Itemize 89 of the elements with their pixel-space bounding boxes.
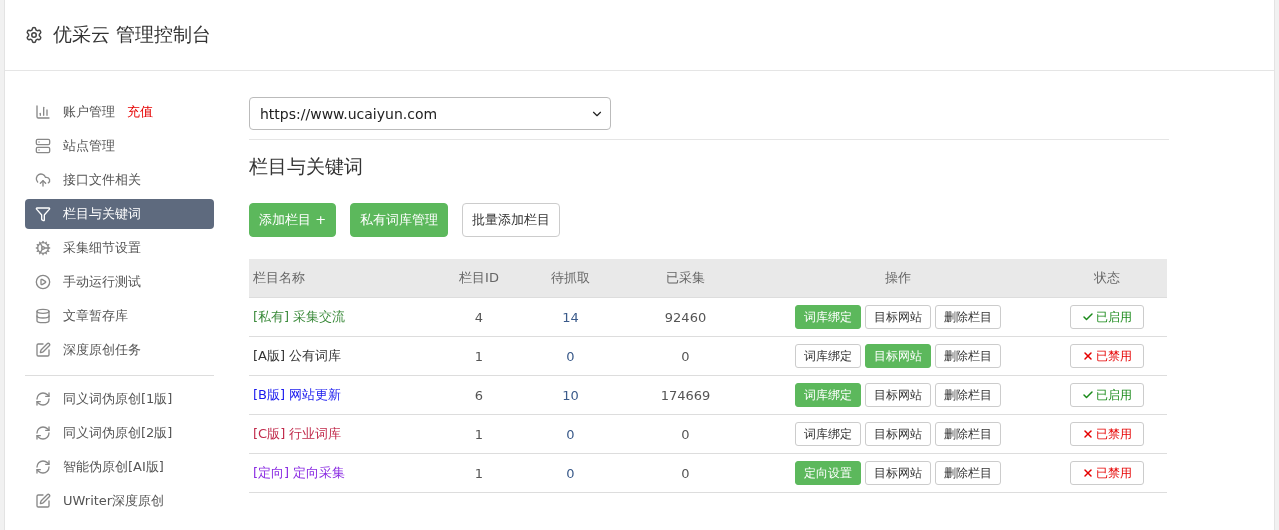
sidebar-item[interactable]: 文章暂存库 — [25, 301, 214, 331]
column-header: 操作 — [749, 259, 1047, 298]
column-name-cell: [私有] 采集交流 — [249, 298, 439, 337]
sidebar-label: 同义词伪原创[2版] — [63, 424, 173, 442]
table-cell: 10 — [519, 376, 622, 415]
check-icon — [1082, 389, 1094, 401]
sidebar-item[interactable]: 账户管理 充值 — [25, 97, 214, 127]
sidebar-item[interactable]: 手动运行测试 — [25, 267, 214, 297]
refresh-icon — [35, 425, 51, 441]
table-cell: 92460 — [622, 298, 749, 337]
action-button[interactable]: 目标网站 — [865, 461, 931, 485]
table-cell: 0 — [622, 415, 749, 454]
sidebar-item[interactable]: 同义词伪原创[1版] — [25, 384, 214, 414]
sidebar-item[interactable]: 同义词伪原创[2版] — [25, 418, 214, 448]
table-cell: 6 — [439, 376, 519, 415]
column-name-cell: [C版] 行业词库 — [249, 415, 439, 454]
cross-icon — [1082, 350, 1094, 362]
table-cell: 0 — [622, 337, 749, 376]
action-button[interactable]: 删除栏目 — [935, 422, 1001, 446]
cross-icon — [1082, 428, 1094, 440]
table-cell: 1 — [439, 415, 519, 454]
table-cell: 1 — [439, 454, 519, 493]
sidebar-label: 手动运行测试 — [63, 273, 141, 291]
table-cell: 0 — [519, 454, 622, 493]
sidebar-item[interactable]: UWriter深度原创 — [25, 486, 214, 516]
table-cell: 0 — [622, 454, 749, 493]
page-title: 优采云 管理控制台 — [53, 22, 212, 47]
table-cell: 174669 — [622, 376, 749, 415]
play-icon — [35, 274, 51, 290]
column-header: 栏目ID — [439, 259, 519, 298]
sidebar-label: UWriter深度原创 — [63, 492, 165, 510]
action-button[interactable]: 删除栏目 — [935, 305, 1001, 329]
sidebar-label: 智能伪原创[AI版] — [63, 458, 164, 476]
sidebar-label: 接口文件相关 — [63, 171, 141, 189]
sidebar-label: 站点管理 — [63, 137, 115, 155]
column-name-cell: [定向] 定向采集 — [249, 454, 439, 493]
status-button[interactable]: 已禁用 — [1070, 422, 1144, 446]
action-button[interactable]: 目标网站 — [865, 305, 931, 329]
column-header: 已采集 — [622, 259, 749, 298]
toolbar-button[interactable]: 批量添加栏目 — [462, 203, 561, 237]
table-cell: 1 — [439, 337, 519, 376]
refresh-icon — [35, 391, 51, 407]
column-header: 栏目名称 — [249, 259, 439, 298]
pencil-square-icon — [35, 493, 51, 509]
action-button[interactable]: 目标网站 — [865, 422, 931, 446]
column-name-cell: [A版] 公有词库 — [249, 337, 439, 376]
cross-icon — [1082, 467, 1094, 479]
table-cell: 0 — [519, 337, 622, 376]
sidebar-label: 栏目与关键词 — [63, 205, 141, 223]
status-button[interactable]: 已禁用 — [1070, 344, 1144, 368]
sidebar-label: 采集细节设置 — [63, 239, 141, 257]
column-header: 待抓取 — [519, 259, 622, 298]
action-button[interactable]: 删除栏目 — [935, 344, 1001, 368]
sidebar-item[interactable]: 智能伪原创[AI版] — [25, 452, 214, 482]
filter-icon — [35, 206, 51, 222]
status-button[interactable]: 已启用 — [1070, 383, 1144, 407]
action-button[interactable]: 删除栏目 — [935, 383, 1001, 407]
sidebar-item[interactable]: 采集细节设置 — [25, 233, 214, 263]
column-header: 状态 — [1047, 259, 1167, 298]
sidebar-label: 文章暂存库 — [63, 307, 128, 325]
sidebar-item[interactable]: 接口文件相关 — [25, 165, 214, 195]
section-title: 栏目与关键词 — [249, 154, 364, 179]
refresh-icon — [35, 459, 51, 475]
status-button[interactable]: 已启用 — [1070, 305, 1144, 329]
sidebar-item[interactable]: 栏目与关键词 — [25, 199, 214, 229]
table-cell: 4 — [439, 298, 519, 337]
settings-icon — [25, 26, 43, 44]
sidebar-label: 同义词伪原创[1版] — [63, 390, 173, 408]
check-icon — [1082, 311, 1094, 323]
table-cell: 0 — [519, 415, 622, 454]
database-icon — [35, 308, 51, 324]
table-cell: 14 — [519, 298, 622, 337]
action-button[interactable]: 删除栏目 — [935, 461, 1001, 485]
site-select[interactable]: https://www.ucaiyun.com — [249, 97, 611, 130]
sidebar-label: 深度原创任务 — [63, 341, 141, 359]
cloud-upload-icon — [35, 172, 51, 188]
sidebar-item[interactable]: 站点管理 — [25, 131, 214, 161]
sidebar-item[interactable]: 深度原创任务 — [25, 335, 214, 365]
column-name-cell: [B版] 网站更新 — [249, 376, 439, 415]
action-button[interactable]: 词库绑定 — [795, 344, 861, 368]
gear-icon — [35, 240, 51, 256]
status-button[interactable]: 已禁用 — [1070, 461, 1144, 485]
pencil-square-icon — [35, 342, 51, 358]
sidebar-label: 账户管理 — [63, 103, 115, 121]
recharge-link[interactable]: 充值 — [127, 103, 153, 121]
bar-chart-icon — [35, 104, 51, 120]
action-button[interactable]: 词库绑定 — [795, 422, 861, 446]
action-button[interactable]: 目标网站 — [865, 383, 931, 407]
server-icon — [35, 138, 51, 154]
